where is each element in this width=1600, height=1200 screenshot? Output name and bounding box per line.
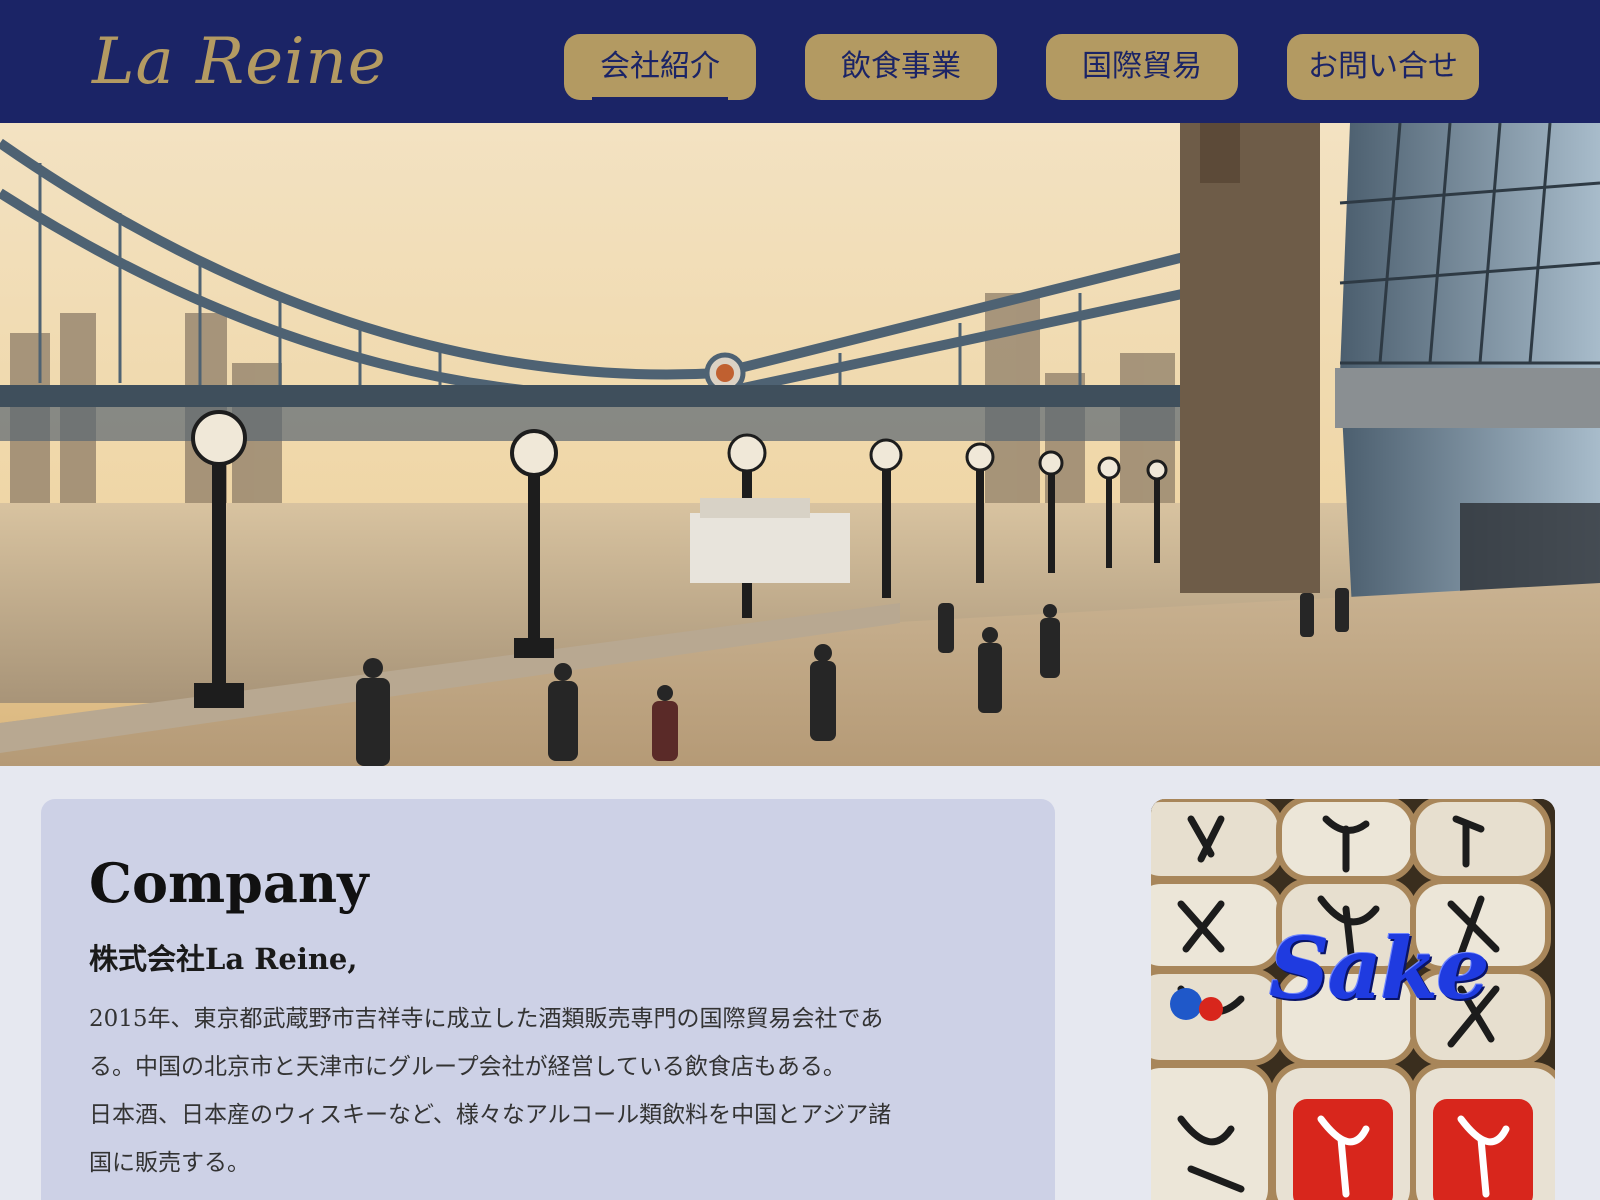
nav-contact-label: お問い合せ — [1308, 49, 1458, 84]
company-description-line: 日本酒、日本産のウィスキーなど、様々なアルコール類飲料を中国とアジア諸 — [89, 1102, 892, 1128]
company-description: 2015年、東京都武蔵野市吉祥寺に成立した酒類販売専門の国際貿易会社であ る。中… — [89, 995, 1007, 1187]
company-description-line: る。中国の北京市と天津市にグループ会社が経営している飲食店もある。 — [89, 1054, 846, 1080]
nav-restaurant-label: 飲食事業 — [841, 49, 961, 84]
company-heading: Company — [89, 851, 369, 915]
hero-image — [0, 123, 1600, 766]
sake-image: Sake — [1151, 799, 1555, 1200]
nav-contact-button[interactable]: お問い合せ — [1287, 34, 1479, 100]
nav-trade-button[interactable]: 国際貿易 — [1046, 34, 1238, 100]
nav-company-button[interactable]: 会社紹介 — [564, 34, 756, 101]
main-nav: 会社紹介 飲食事業 国際貿易 お問い合せ — [0, 34, 1600, 101]
sake-overlay-text: Sake — [1269, 919, 1490, 1018]
company-description-line: 国に販売する。 — [89, 1150, 250, 1176]
nav-trade-label: 国際貿易 — [1082, 49, 1202, 84]
company-name: 株式会社La Reine, — [89, 942, 358, 976]
company-description-line: 2015年、東京都武蔵野市吉祥寺に成立した酒類販売専門の国際貿易会社であ — [89, 1006, 884, 1032]
nav-company-label: 会社紹介 — [592, 37, 728, 101]
site-header: La Reine 会社紹介 飲食事業 国際貿易 お問い合せ — [0, 0, 1600, 123]
nav-restaurant-button[interactable]: 飲食事業 — [805, 34, 997, 100]
company-card: Company 株式会社La Reine, 2015年、東京都武蔵野市吉祥寺に成… — [41, 799, 1055, 1200]
